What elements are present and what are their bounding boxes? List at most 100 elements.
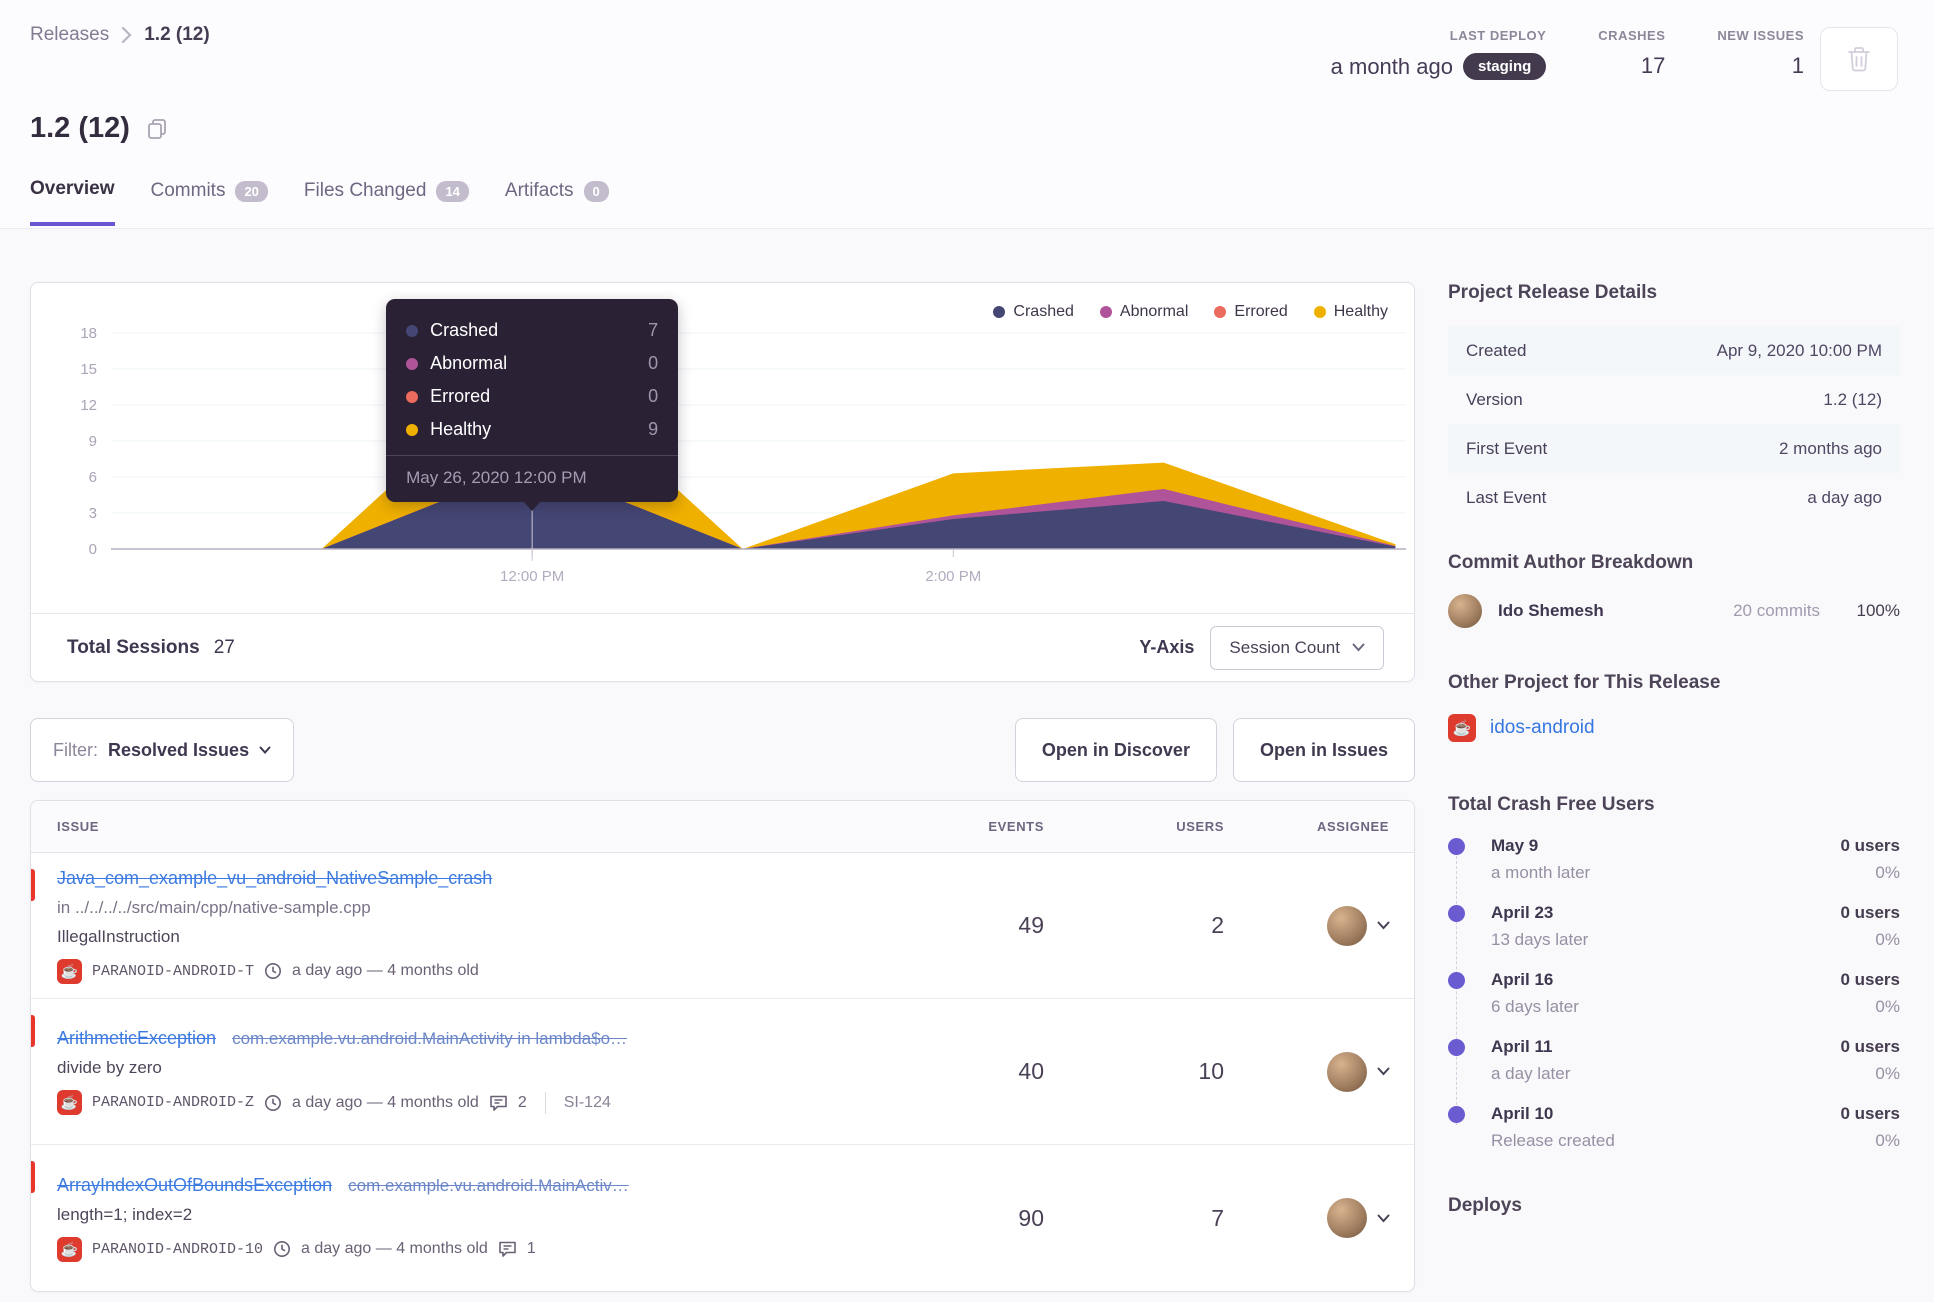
unresolved-indicator — [31, 1161, 35, 1193]
issues-table-header: ISSUE EVENTS USERS ASSIGNEE — [31, 801, 1414, 853]
issue-users-count: 10 — [1198, 1058, 1224, 1084]
commit-author-row: Ido Shemesh 20 commits 100% — [1448, 594, 1900, 628]
open-in-issues-button[interactable]: Open in Issues — [1232, 718, 1415, 782]
errored-series-dot — [406, 390, 419, 403]
release-sidebar: Project Release Details Created Apr 9, 20… — [1448, 282, 1900, 1217]
svg-text:9: 9 — [89, 433, 97, 450]
legend-label: Abnormal — [1119, 303, 1189, 320]
legend-label: Crashed — [1013, 303, 1074, 320]
issue-users-count: 7 — [1211, 1204, 1224, 1231]
timeline-dot — [1448, 1106, 1465, 1123]
timeline-dot — [1448, 838, 1465, 855]
abnormal-series-dot — [406, 357, 419, 370]
crashed-series-dot — [993, 306, 1006, 318]
crashed-series-dot — [406, 324, 419, 337]
svg-text:3: 3 — [89, 505, 97, 522]
issue-row: ArrayIndexOutOfBoundsException com.examp… — [31, 1145, 1414, 1291]
chevron-down-icon — [1352, 643, 1365, 652]
tab-label: Artifacts — [504, 180, 574, 201]
java-platform-icon: ☕ — [57, 1090, 82, 1115]
chart-legend: Crashed Abnormal Errored Healthy — [993, 303, 1388, 321]
issue-events-count: 40 — [1018, 1058, 1044, 1084]
issue-title-link[interactable]: ArithmeticException — [57, 1028, 216, 1049]
column-issue: ISSUE — [57, 819, 100, 834]
stat-label: NEW ISSUES — [1717, 28, 1804, 43]
timeline-entry: April 23 13 days later 0 users 0% — [1448, 903, 1900, 970]
breadcrumb-releases-link[interactable]: Releases — [30, 24, 109, 46]
issue-title-link[interactable]: Java_com_example_vu_android_NativeSample… — [57, 868, 492, 889]
issue-row: Java_com_example_vu_android_NativeSample… — [31, 853, 1414, 999]
column-events: EVENTS — [988, 819, 1044, 834]
column-users: USERS — [1176, 819, 1224, 834]
chart-footer: Total Sessions 27 Y-Axis Session Count — [31, 613, 1414, 681]
chevron-down-icon — [1377, 921, 1390, 930]
meta-divider — [544, 1091, 546, 1114]
y-axis-selected-value: Session Count — [1229, 637, 1340, 657]
stat-value: 1 — [1791, 53, 1804, 78]
legend-abnormal[interactable]: Abnormal — [1099, 303, 1189, 321]
legend-errored[interactable]: Errored — [1214, 303, 1288, 321]
legend-label: Healthy — [1333, 303, 1388, 320]
tooltip-row-crashed: Crashed 7 — [406, 314, 658, 347]
release-tabs: Overview Commits 20 Files Changed 14 Artif… — [30, 178, 609, 226]
svg-text:18: 18 — [80, 325, 97, 342]
tooltip-row-healthy: Healthy 9 — [406, 413, 658, 446]
y-axis-select[interactable]: Session Count — [1210, 625, 1384, 670]
tab-artifacts[interactable]: Artifacts 0 — [505, 178, 609, 226]
issue-culprit-link[interactable]: com.example.vu.android.MainActiv… — [348, 1176, 629, 1196]
svg-text:6: 6 — [89, 469, 97, 486]
legend-label: Errored — [1234, 303, 1288, 320]
stat-value: 17 — [1640, 53, 1666, 78]
issues-filter-dropdown[interactable]: Filter: Resolved Issues — [30, 718, 295, 782]
issue-culprit-link[interactable]: com.example.vu.android.MainActivity in l… — [232, 1029, 627, 1049]
breadcrumb-chevron-icon — [121, 26, 132, 44]
deploys-title: Deploys — [1448, 1195, 1522, 1216]
sessions-area-chart[interactable]: 0 3 6 9 12 15 18 12:00 PM 2:00 PM — [61, 321, 1406, 589]
svg-text:2:00 PM: 2:00 PM — [925, 568, 981, 585]
clock-icon — [264, 1094, 282, 1112]
chevron-down-icon — [1377, 1214, 1390, 1223]
stat-last-deploy: LAST DEPLOY a month ago staging — [1331, 28, 1547, 80]
other-project-link[interactable]: idos-android — [1490, 717, 1595, 739]
column-assignee: ASSIGNEE — [1317, 819, 1389, 834]
issue-users-count: 2 — [1211, 912, 1224, 938]
svg-text:0: 0 — [89, 541, 97, 558]
legend-crashed[interactable]: Crashed — [993, 303, 1074, 321]
timeline-dot — [1448, 1039, 1465, 1056]
issue-message: length=1; index=2 — [57, 1204, 193, 1224]
tab-files-changed[interactable]: Files Changed 14 — [304, 178, 469, 226]
tooltip-row-abnormal: Abnormal 0 — [406, 347, 658, 380]
unresolved-indicator — [31, 1015, 35, 1047]
assignee-dropdown[interactable] — [1224, 905, 1414, 946]
issues-controls: Filter: Resolved Issues Open in Discover… — [30, 718, 1415, 782]
tab-count-badge: 20 — [235, 180, 268, 202]
tooltip-timestamp: May 26, 2020 12:00 PM — [386, 455, 679, 502]
stat-value: a month ago — [1330, 53, 1453, 79]
issue-message: IllegalInstruction — [57, 926, 180, 946]
issue-row: ArithmeticException com.example.vu.andro… — [31, 999, 1414, 1145]
issue-title-link[interactable]: ArrayIndexOutOfBoundsException — [57, 1175, 332, 1196]
issue-short-id: SI-124 — [563, 1093, 611, 1111]
svg-text:15: 15 — [80, 361, 97, 378]
other-project-title: Other Project for This Release — [1448, 672, 1721, 693]
assignee-dropdown[interactable] — [1224, 1051, 1414, 1092]
tooltip-row-errored: Errored 0 — [406, 380, 658, 413]
author-avatar — [1448, 594, 1482, 628]
unresolved-indicator — [31, 869, 35, 901]
delete-release-button[interactable] — [1820, 27, 1898, 91]
tab-commits[interactable]: Commits 20 — [151, 178, 268, 226]
stat-crashes: CRASHES 17 — [1598, 28, 1665, 79]
breadcrumb-current: 1.2 (12) — [144, 24, 210, 45]
issue-events-count: 90 — [1018, 1204, 1044, 1231]
crash-free-title: Total Crash Free Users — [1448, 794, 1655, 815]
environment-badge: staging — [1462, 53, 1547, 80]
issue-age: a day ago — 4 months old — [292, 962, 479, 979]
copy-version-icon[interactable] — [146, 117, 168, 141]
open-in-discover-button[interactable]: Open in Discover — [1014, 718, 1217, 782]
legend-healthy[interactable]: Healthy — [1313, 303, 1388, 321]
total-sessions-value: 27 — [213, 636, 235, 658]
other-project-row: ☕ idos-android — [1448, 714, 1900, 742]
tab-overview[interactable]: Overview — [30, 178, 115, 226]
assignee-avatar — [1327, 905, 1367, 946]
assignee-dropdown[interactable] — [1224, 1198, 1414, 1238]
